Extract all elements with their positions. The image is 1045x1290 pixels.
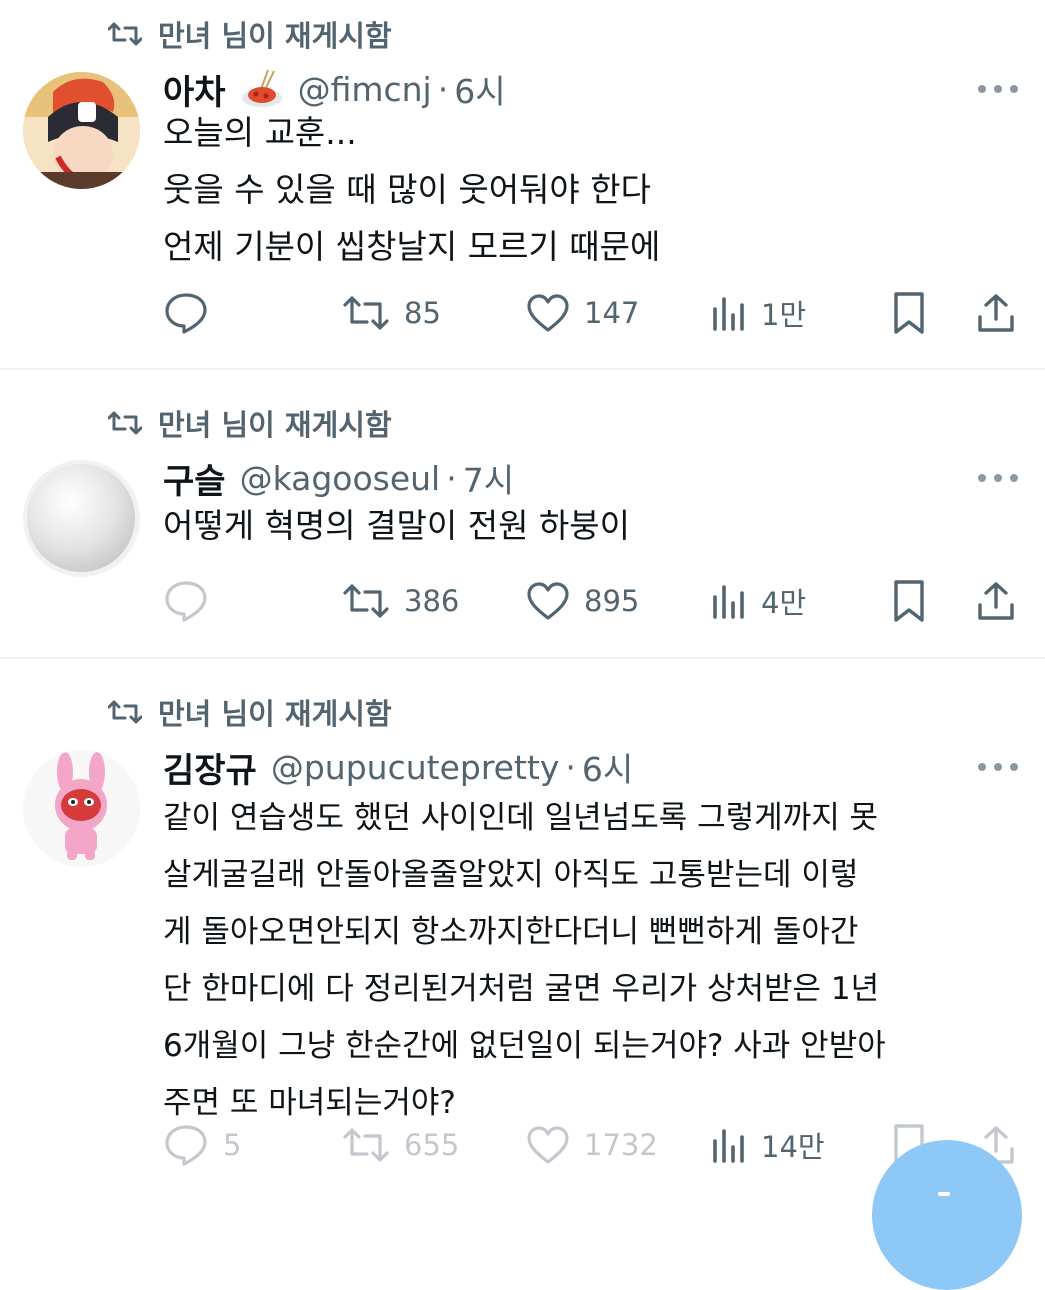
- tweet-text: 오늘의 교훈... 웃을 수 있을 때 많이 웃어둬야 한다 언제 기분이 씹창…: [163, 113, 661, 266]
- timestamp[interactable]: 6시: [582, 743, 633, 791]
- tweet-actions: 85 147 1만: [0, 288, 1045, 338]
- avatar[interactable]: [23, 460, 140, 577]
- bookmark-icon: [894, 292, 924, 334]
- view-count: 4만: [761, 586, 807, 620]
- like-count: 147: [584, 296, 640, 330]
- retweeted-by-label: 만녀 님이 재게시함: [158, 408, 392, 442]
- retweeted-by-label: 만녀 님이 재게시함: [158, 19, 392, 53]
- reply-button[interactable]: [163, 288, 223, 338]
- bookmark-button[interactable]: [891, 576, 927, 626]
- views-button[interactable]: 14만: [711, 1120, 825, 1170]
- compose-button[interactable]: [872, 1140, 1022, 1290]
- retweet-button[interactable]: 85: [342, 288, 441, 338]
- share-button[interactable]: [976, 576, 1016, 626]
- retweet-count: 386: [404, 584, 460, 618]
- retweet-count: 655: [404, 1128, 460, 1162]
- heart-icon: [527, 582, 569, 620]
- reply-button[interactable]: [163, 576, 223, 626]
- retweet-button[interactable]: 655: [342, 1120, 459, 1170]
- display-name[interactable]: 구슬: [163, 454, 226, 503]
- view-count: 1만: [761, 298, 807, 332]
- like-button[interactable]: 895: [526, 576, 639, 626]
- bookmark-icon: [894, 580, 924, 622]
- reply-icon: [165, 1125, 207, 1166]
- retweet-icon: [343, 584, 389, 618]
- share-icon: [978, 294, 1014, 332]
- tweet-divider: [0, 657, 1045, 659]
- separator-dot: ·: [437, 69, 449, 109]
- retweet-indicator[interactable]: 만녀 님이 재게시함: [108, 692, 392, 732]
- like-button[interactable]: 147: [526, 288, 639, 338]
- retweet-count: 85: [404, 296, 441, 330]
- tweet-text: 같이 연습생도 했던 사이인데 일년넘도록 그렇게까지 못 살게굴길래 안돌아올…: [163, 800, 886, 1121]
- share-icon: [978, 582, 1014, 620]
- timestamp[interactable]: 7시: [463, 454, 514, 502]
- heart-icon: [527, 1126, 569, 1164]
- reply-button[interactable]: 5: [163, 1120, 241, 1170]
- retweet-icon: [108, 22, 142, 46]
- tweet-actions: 5 655 1732 14만: [0, 1120, 1045, 1170]
- share-button[interactable]: [976, 288, 1016, 338]
- retweet-icon: [343, 1128, 389, 1162]
- avatar[interactable]: [23, 72, 140, 189]
- more-options-icon[interactable]: [978, 757, 1018, 777]
- like-count: 1732: [584, 1128, 658, 1162]
- more-options-icon[interactable]: [978, 468, 1018, 488]
- views-chart-icon: [713, 297, 744, 331]
- handle[interactable]: @kagooseul: [240, 459, 441, 498]
- handle[interactable]: @fimcnj: [298, 70, 432, 109]
- views-button[interactable]: 1만: [711, 288, 806, 338]
- reply-icon: [165, 581, 207, 622]
- heart-icon: [527, 294, 569, 332]
- retweeted-by-label: 만녀 님이 재게시함: [158, 697, 392, 731]
- retweet-icon: [108, 700, 142, 724]
- bookmark-button[interactable]: [891, 288, 927, 338]
- retweet-icon: [108, 411, 142, 435]
- more-options-icon[interactable]: [978, 79, 1018, 99]
- tweet-text: 어떻게 혁명의 결말이 전원 하붕이: [163, 506, 630, 545]
- separator-dot: ·: [446, 458, 457, 498]
- tweet-header: 김장규 @pupucutepretty · 6시: [163, 741, 633, 793]
- reply-icon: [165, 293, 207, 334]
- retweet-icon: [343, 296, 389, 330]
- like-count: 895: [584, 584, 640, 618]
- display-name[interactable]: 김장규: [163, 743, 257, 792]
- retweet-indicator[interactable]: 만녀 님이 재게시함: [108, 14, 392, 54]
- tweet-actions: 386 895 4만: [0, 576, 1045, 626]
- view-count: 14만: [761, 1130, 825, 1164]
- like-button[interactable]: 1732: [526, 1120, 658, 1170]
- views-chart-icon: [713, 585, 744, 619]
- tweet-divider: [0, 368, 1045, 370]
- reply-count: 5: [223, 1128, 242, 1162]
- retweet-button[interactable]: 386: [342, 576, 459, 626]
- views-chart-icon: [713, 1129, 744, 1163]
- retweet-indicator[interactable]: 만녀 님이 재게시함: [108, 403, 392, 443]
- handle[interactable]: @pupucutepretty: [271, 748, 560, 787]
- compose-plus-icon: [938, 1192, 950, 1196]
- separator-dot: ·: [565, 747, 576, 787]
- avatar[interactable]: [23, 750, 140, 867]
- views-button[interactable]: 4만: [711, 576, 806, 626]
